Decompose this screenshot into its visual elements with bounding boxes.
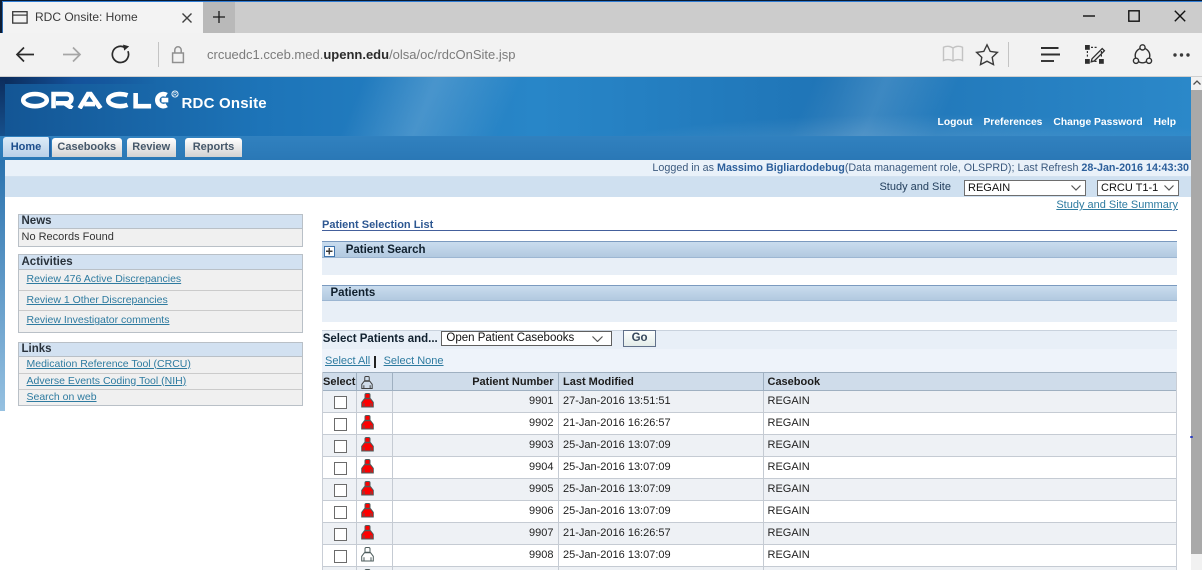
svg-text:R: R: [173, 92, 177, 98]
